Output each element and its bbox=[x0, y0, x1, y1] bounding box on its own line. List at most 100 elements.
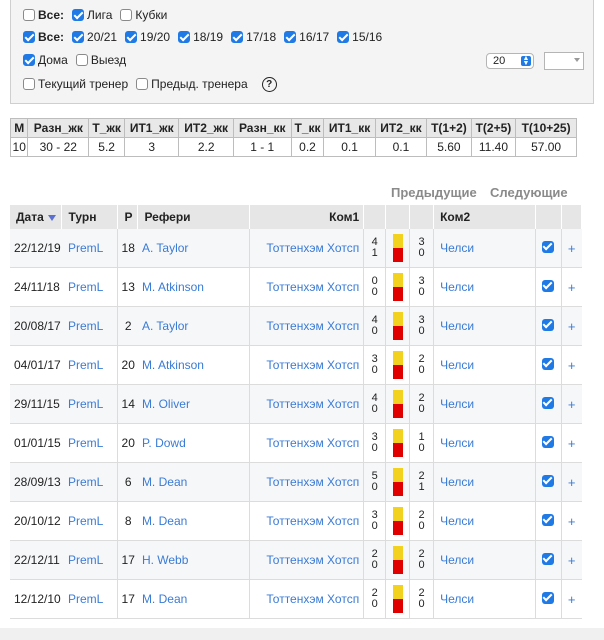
type-checkbox-0[interactable]: Все: bbox=[23, 8, 64, 22]
tour-link[interactable]: PremL bbox=[68, 319, 103, 333]
row-checkbox[interactable] bbox=[542, 279, 555, 292]
team1-link[interactable]: Тоттенхэм Хотсп bbox=[266, 241, 359, 255]
expand-plus-icon[interactable]: + bbox=[568, 475, 576, 490]
checkbox-box[interactable] bbox=[125, 31, 138, 43]
tour-link[interactable]: PremL bbox=[68, 475, 103, 489]
referee-link[interactable]: A. Taylor bbox=[142, 241, 188, 255]
checkbox-box[interactable] bbox=[72, 9, 85, 21]
tour-link[interactable]: PremL bbox=[68, 592, 103, 606]
row-checkbox[interactable] bbox=[542, 435, 555, 448]
referee-link[interactable]: A. Taylor bbox=[142, 319, 188, 333]
expand-plus-icon[interactable]: + bbox=[568, 241, 576, 256]
expand-plus-icon[interactable]: + bbox=[568, 514, 576, 529]
previous-link[interactable]: Предыдущие bbox=[391, 185, 477, 200]
team2-link[interactable]: Челси bbox=[440, 241, 474, 255]
referee-link[interactable]: P. Dowd bbox=[142, 436, 186, 450]
checkbox-box[interactable] bbox=[337, 31, 350, 43]
expand-plus-icon[interactable]: + bbox=[568, 592, 576, 607]
team2-column-header[interactable]: Ком2 bbox=[433, 205, 536, 229]
venue-checkbox-0[interactable]: Дома bbox=[23, 53, 68, 67]
expand-plus-icon[interactable]: + bbox=[568, 319, 576, 334]
season-checkbox-2[interactable]: 19/20 bbox=[125, 30, 170, 44]
match-count-select[interactable]: 20 ▲ ▼ bbox=[486, 53, 534, 69]
team1-link[interactable]: Тоттенхэм Хотсп bbox=[266, 475, 359, 489]
team2-link[interactable]: Челси bbox=[440, 436, 474, 450]
help-icon[interactable]: ? bbox=[261, 76, 277, 92]
team1-column-header[interactable]: Ком1 bbox=[249, 205, 365, 229]
season-checkbox-6[interactable]: 15/16 bbox=[337, 30, 382, 44]
checkbox-box[interactable] bbox=[120, 9, 133, 21]
expand-plus-icon[interactable]: + bbox=[568, 436, 576, 451]
tour-link[interactable]: PremL bbox=[68, 241, 103, 255]
row-checkbox[interactable] bbox=[542, 357, 555, 370]
referee-link[interactable]: M. Oliver bbox=[142, 397, 190, 411]
expand-plus-icon[interactable]: + bbox=[568, 358, 576, 373]
team2-link[interactable]: Челси bbox=[440, 358, 474, 372]
tour-link[interactable]: PremL bbox=[68, 514, 103, 528]
tour-link[interactable]: PremL bbox=[68, 397, 103, 411]
date-column-header[interactable]: Дата bbox=[10, 205, 63, 229]
referee-link[interactable]: M. Atkinson bbox=[142, 280, 204, 294]
venue-checkbox-1[interactable]: Выезд bbox=[75, 53, 126, 67]
row-checkbox[interactable] bbox=[542, 396, 555, 409]
tour-link[interactable]: PremL bbox=[68, 280, 103, 294]
season-checkbox-5[interactable]: 16/17 bbox=[284, 30, 329, 44]
tour-column-header[interactable]: Турн bbox=[61, 205, 119, 229]
next-link[interactable]: Следующие bbox=[490, 185, 568, 200]
checkbox-box[interactable] bbox=[23, 78, 35, 90]
team2-link[interactable]: Челси bbox=[440, 592, 474, 606]
season-checkbox-3[interactable]: 18/19 bbox=[178, 30, 223, 44]
row-checkbox[interactable] bbox=[542, 591, 555, 604]
row-checkbox[interactable] bbox=[542, 513, 555, 526]
team1-link[interactable]: Тоттенхэм Хотсп bbox=[266, 397, 359, 411]
team1-link[interactable]: Тоттенхэм Хотсп bbox=[266, 358, 359, 372]
checkbox-box[interactable] bbox=[75, 54, 88, 66]
referee-link[interactable]: H. Webb bbox=[142, 553, 188, 567]
coach-checkbox-1[interactable]: Предыд. тренера bbox=[136, 77, 248, 91]
round-column-header[interactable]: Р bbox=[117, 205, 139, 229]
checkbox-box[interactable] bbox=[178, 31, 191, 43]
checkbox-box[interactable] bbox=[136, 78, 149, 90]
checkbox-box[interactable] bbox=[72, 31, 85, 43]
team1-link[interactable]: Тоттенхэм Хотсп bbox=[266, 514, 359, 528]
team2-link[interactable]: Челси bbox=[440, 553, 474, 567]
expand-plus-icon[interactable]: + bbox=[568, 553, 576, 568]
checkbox-box[interactable] bbox=[284, 31, 297, 43]
team2-link[interactable]: Челси bbox=[440, 397, 474, 411]
checkbox-box[interactable] bbox=[231, 31, 244, 43]
referee-link[interactable]: M. Dean bbox=[142, 514, 187, 528]
type-checkbox-2[interactable]: Кубки bbox=[120, 8, 167, 22]
team2-link[interactable]: Челси bbox=[440, 280, 474, 294]
type-checkbox-1[interactable]: Лига bbox=[72, 8, 112, 22]
season-checkbox-1[interactable]: 20/21 bbox=[72, 30, 117, 44]
team1-link[interactable]: Тоттенхэм Хотсп bbox=[266, 592, 359, 606]
row-checkbox[interactable] bbox=[542, 474, 555, 487]
season-checkbox-4[interactable]: 17/18 bbox=[231, 30, 276, 44]
checkbox-box[interactable] bbox=[23, 9, 35, 21]
expand-plus-icon[interactable]: + bbox=[568, 397, 576, 412]
checkbox-box[interactable] bbox=[23, 54, 35, 66]
row-checkbox[interactable] bbox=[542, 240, 555, 253]
team1-link[interactable]: Тоттенхэм Хотсп bbox=[266, 436, 359, 450]
number-input[interactable] bbox=[544, 52, 584, 70]
team1-link[interactable]: Тоттенхэм Хотсп bbox=[266, 280, 359, 294]
referee-link[interactable]: M. Atkinson bbox=[142, 358, 204, 372]
checkbox-box[interactable] bbox=[23, 31, 35, 43]
coach-checkbox-0[interactable]: Текущий тренер bbox=[23, 77, 128, 91]
referee-link[interactable]: M. Dean bbox=[142, 475, 187, 489]
referee-link[interactable]: M. Dean bbox=[142, 592, 187, 606]
tour-link[interactable]: PremL bbox=[68, 358, 103, 372]
team1-link[interactable]: Тоттенхэм Хотсп bbox=[266, 319, 359, 333]
row-checkbox[interactable] bbox=[542, 318, 555, 331]
select-cell bbox=[534, 229, 562, 268]
team2-link[interactable]: Челси bbox=[440, 514, 474, 528]
tour-link[interactable]: PremL bbox=[68, 553, 103, 567]
row-checkbox[interactable] bbox=[542, 552, 555, 565]
tour-link[interactable]: PremL bbox=[68, 436, 103, 450]
team1-link[interactable]: Тоттенхэм Хотсп bbox=[266, 553, 359, 567]
season-checkbox-0[interactable]: Все: bbox=[23, 30, 64, 44]
team2-link[interactable]: Челси bbox=[440, 319, 474, 333]
team2-link[interactable]: Челси bbox=[440, 475, 474, 489]
expand-plus-icon[interactable]: + bbox=[568, 280, 576, 295]
ref-column-header[interactable]: Рефери bbox=[137, 205, 251, 229]
